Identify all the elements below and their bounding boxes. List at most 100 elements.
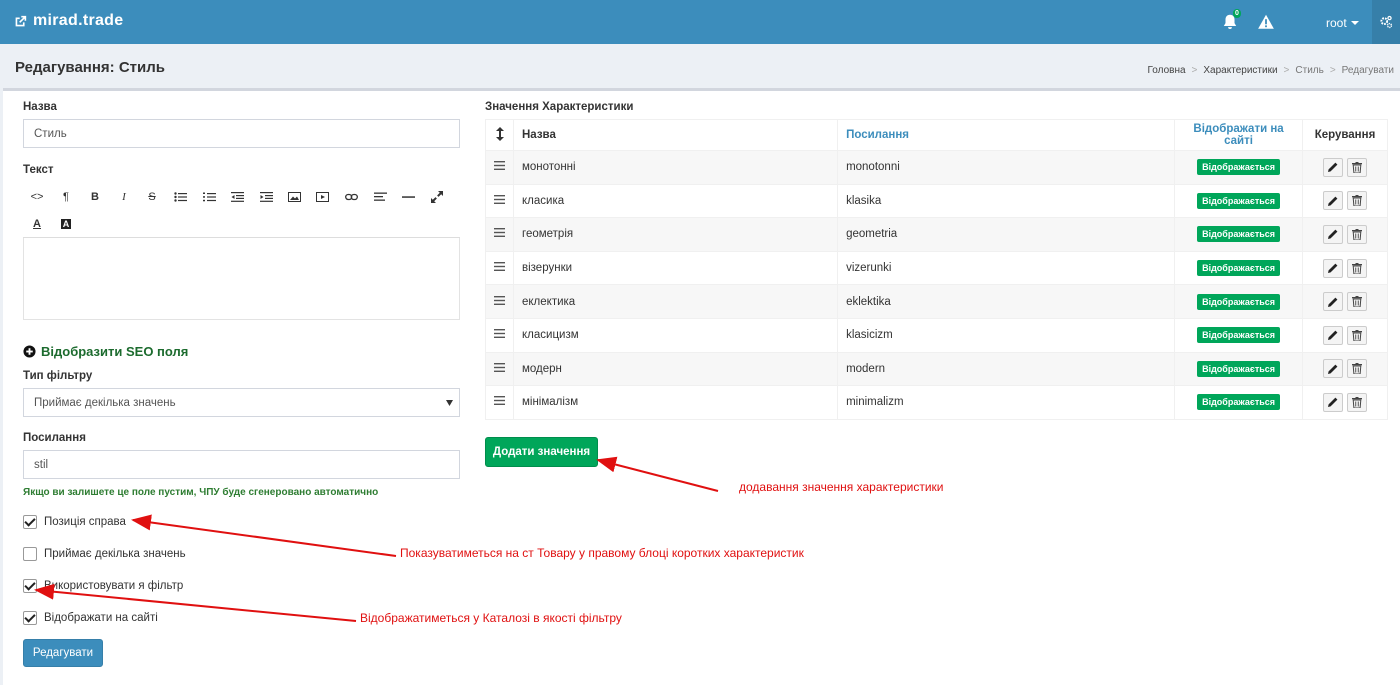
checkbox-use-in-filter[interactable]	[23, 579, 37, 593]
checkbox-show-on-site[interactable]	[23, 611, 37, 625]
status-badge[interactable]: Відображається	[1197, 192, 1281, 209]
numbered-list-icon[interactable]	[201, 189, 217, 205]
pencil-icon	[1328, 230, 1338, 240]
caret-down-icon	[1350, 21, 1359, 25]
breadcrumb-style[interactable]: Стиль	[1295, 65, 1323, 76]
code-view-icon[interactable]: <>	[29, 189, 45, 205]
strikethrough-icon[interactable]: S	[144, 189, 160, 205]
value-link: minimalizm	[837, 385, 1176, 420]
paragraph-icon[interactable]: ¶	[58, 189, 74, 205]
drag-handle-icon[interactable]	[485, 217, 514, 252]
edit-button[interactable]	[1323, 157, 1343, 177]
trash-icon	[1352, 396, 1362, 408]
link-icon[interactable]	[343, 189, 359, 205]
align-icon[interactable]	[372, 189, 388, 205]
fullscreen-icon[interactable]	[429, 189, 445, 205]
pencil-icon	[1328, 398, 1338, 408]
table-row: модерн modern Відображається	[485, 351, 1388, 387]
edit-button[interactable]	[1323, 258, 1343, 278]
link-input[interactable]: stil	[23, 450, 460, 479]
trash-icon	[1352, 195, 1362, 207]
checkbox-label: Приймає декілька значень	[44, 548, 186, 560]
delete-button[interactable]	[1347, 191, 1367, 211]
delete-button[interactable]	[1347, 325, 1367, 345]
status-badge[interactable]: Відображається	[1197, 260, 1281, 277]
table-header-row: Назва Посилання Відображати на сайті Кер…	[485, 119, 1388, 151]
text-color-icon[interactable]: A	[29, 216, 45, 232]
table-row: класицизм klasicizm Відображається	[485, 317, 1388, 353]
trash-icon	[1352, 329, 1362, 341]
horizontal-rule-icon[interactable]	[400, 189, 416, 205]
value-name: мінімалізм	[512, 385, 839, 420]
column-header-show[interactable]: Відображати на сайті	[1174, 119, 1303, 151]
drag-handle-icon[interactable]	[485, 317, 514, 353]
warning-icon[interactable]	[1257, 13, 1275, 31]
background-color-icon[interactable]: A	[58, 216, 74, 232]
edit-button[interactable]	[1323, 392, 1343, 412]
pencil-icon	[1328, 364, 1338, 374]
trash-icon	[1352, 228, 1362, 240]
breadcrumb-characteristics[interactable]: Характеристики	[1203, 65, 1277, 76]
breadcrumb-home[interactable]: Головна	[1148, 65, 1186, 76]
checkbox-position-right[interactable]	[23, 515, 37, 529]
breadcrumb-separator: >	[1191, 65, 1198, 76]
name-input[interactable]: Стиль	[23, 119, 460, 148]
status-badge[interactable]: Відображається	[1197, 327, 1281, 344]
delete-button[interactable]	[1347, 292, 1367, 312]
column-header-link[interactable]: Посилання	[837, 119, 1176, 151]
drag-handle-icon[interactable]	[485, 284, 514, 319]
status-badge[interactable]: Відображається	[1197, 394, 1281, 411]
delete-button[interactable]	[1347, 224, 1367, 244]
value-link: modern	[837, 351, 1176, 387]
trash-icon	[1352, 363, 1362, 375]
settings-toggle[interactable]	[1372, 0, 1400, 44]
breadcrumb-edit: Редагувати	[1341, 65, 1394, 76]
annotation-filter: Відображатиметься у Каталозі в якості фі…	[360, 611, 622, 625]
pencil-icon	[1328, 162, 1338, 173]
delete-button[interactable]	[1347, 392, 1367, 412]
status-badge[interactable]: Відображається	[1197, 293, 1281, 310]
table-row: мінімалізм minimalizm Відображається	[485, 385, 1388, 420]
table-row: геометрія geometria Відображається	[485, 217, 1388, 252]
outdent-icon[interactable]	[229, 189, 245, 205]
value-link: vizerunki	[837, 250, 1176, 286]
text-editor[interactable]	[23, 238, 460, 320]
show-seo-fields-link[interactable]: Відобразити SEO поля	[23, 344, 188, 359]
value-link: klasika	[837, 183, 1176, 219]
bullet-list-icon[interactable]	[172, 189, 188, 205]
breadcrumb-separator: >	[1329, 65, 1336, 76]
indent-icon[interactable]	[258, 189, 274, 205]
link-label: Посилання	[23, 432, 86, 444]
editor-toolbar: <> ¶ B I S A A	[23, 184, 460, 238]
edit-button[interactable]	[1323, 224, 1343, 244]
delete-button[interactable]	[1347, 258, 1367, 278]
breadcrumb-separator: >	[1283, 65, 1290, 76]
notifications-badge: 0	[1233, 9, 1241, 18]
bold-icon[interactable]: B	[87, 189, 103, 205]
italic-icon[interactable]: I	[116, 189, 132, 205]
brand-link[interactable]: mirad.trade	[14, 12, 123, 30]
edit-button[interactable]	[1323, 359, 1343, 379]
edit-button[interactable]	[1323, 325, 1343, 345]
delete-button[interactable]	[1347, 157, 1367, 177]
edit-button[interactable]	[1323, 191, 1343, 211]
edit-submit-button[interactable]: Редагувати	[23, 639, 103, 667]
video-icon[interactable]	[314, 189, 330, 205]
status-badge[interactable]: Відображається	[1197, 226, 1281, 243]
filter-type-select[interactable]: Приймає декілька значень	[23, 388, 460, 417]
sort-column-header[interactable]	[485, 119, 514, 151]
drag-handle-icon[interactable]	[485, 183, 514, 219]
content-header: Редагування: Стиль Головна > Характерист…	[0, 44, 1400, 90]
add-value-button[interactable]: Додати значення	[485, 437, 598, 467]
edit-button[interactable]	[1323, 292, 1343, 312]
drag-handle-icon[interactable]	[485, 150, 514, 185]
drag-handle-icon[interactable]	[485, 385, 514, 420]
status-badge[interactable]: Відображається	[1197, 360, 1281, 377]
drag-handle-icon[interactable]	[485, 250, 514, 286]
image-icon[interactable]	[286, 189, 302, 205]
user-menu[interactable]: root	[1326, 16, 1359, 30]
checkbox-multiple-values[interactable]	[23, 547, 37, 561]
status-badge[interactable]: Відображається	[1197, 159, 1281, 176]
drag-handle-icon[interactable]	[485, 351, 514, 387]
delete-button[interactable]	[1347, 359, 1367, 379]
